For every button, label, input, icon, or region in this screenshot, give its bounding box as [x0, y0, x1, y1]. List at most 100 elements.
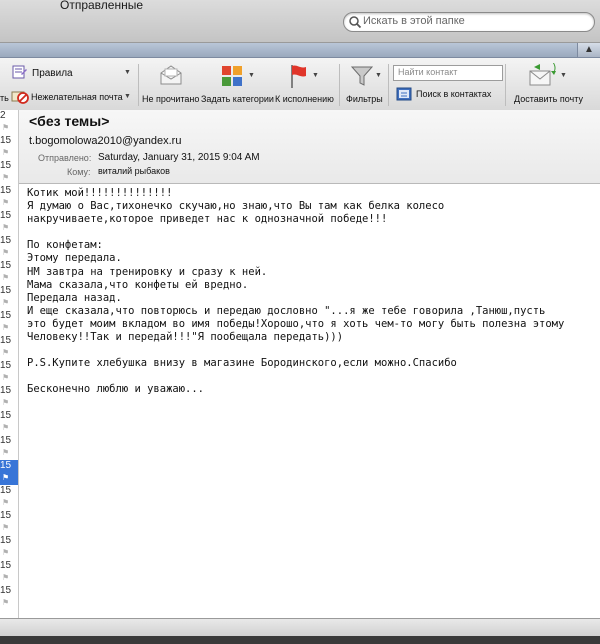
list-item[interactable]: 15 ⚑ — [0, 560, 18, 585]
flag-icon[interactable]: ⚑ — [2, 448, 9, 457]
categories-button-label[interactable]: Задать категории — [201, 94, 274, 104]
list-item-date: 15 — [0, 435, 12, 446]
list-item[interactable]: 15 ⚑ — [0, 335, 18, 360]
flag-icon[interactable]: ⚑ — [2, 498, 9, 507]
send-receive-icon[interactable] — [528, 63, 556, 89]
list-item[interactable]: 15 ⚑ — [0, 260, 18, 285]
deliver-dropdown-arrow[interactable]: ▼ — [560, 72, 567, 79]
flag-icon[interactable]: ⚑ — [2, 598, 9, 607]
flag-icon[interactable]: ⚑ — [2, 223, 9, 232]
junk-mail-button-label[interactable]: Нежелательная почта — [31, 92, 123, 102]
toolbar-separator — [388, 64, 389, 106]
followup-button-label[interactable]: К исполнению — [275, 94, 334, 104]
list-item-date: 15 — [0, 410, 12, 421]
rules-dropdown-arrow[interactable]: ▼ — [124, 69, 131, 76]
sent-label: Отправлено: — [38, 153, 92, 163]
truncated-button-label[interactable]: ть — [0, 93, 9, 103]
followup-dropdown-arrow[interactable]: ▼ — [312, 72, 319, 79]
list-item-date: 15 — [0, 535, 12, 546]
list-item-date: 15 — [0, 460, 12, 471]
status-bar — [0, 618, 600, 637]
junk-mail-icon[interactable] — [11, 88, 29, 104]
list-item[interactable]: 15 ⚑ — [0, 385, 18, 410]
unread-button-label[interactable]: Не прочитано — [142, 94, 199, 104]
list-item[interactable]: 15 ⚑ — [0, 410, 18, 435]
list-item-date: 15 — [0, 335, 12, 346]
flag-icon[interactable]: ⚑ — [2, 423, 9, 432]
flag-icon[interactable]: ⚑ — [2, 323, 9, 332]
filters-dropdown-arrow[interactable]: ▼ — [375, 72, 382, 79]
list-item[interactable]: 2 ⚑ — [0, 110, 18, 135]
envelope-icon[interactable] — [158, 63, 184, 87]
list-item-date: 15 — [0, 285, 12, 296]
funnel-icon[interactable] — [351, 65, 373, 87]
list-item[interactable]: 15 ⚑ — [0, 310, 18, 335]
list-item-date: 15 — [0, 310, 12, 321]
contact-search-button-label[interactable]: Поиск в контактах — [416, 89, 491, 99]
list-item[interactable]: 15 ⚑ — [0, 360, 18, 385]
flag-icon[interactable]: ⚑ — [2, 573, 9, 582]
list-item[interactable]: 15 ⚑ — [0, 535, 18, 560]
list-item-date: 15 — [0, 385, 12, 396]
list-item[interactable]: 15 ⚑ — [0, 510, 18, 535]
list-item-date: 15 — [0, 235, 12, 246]
chevron-up-icon[interactable]: ▲ — [577, 43, 600, 57]
categories-dropdown-arrow[interactable]: ▼ — [248, 72, 255, 79]
filters-button-label[interactable]: Фильтры — [346, 94, 383, 104]
flag-icon[interactable] — [288, 63, 308, 89]
list-item-date: 15 — [0, 210, 12, 221]
list-item-date: 15 — [0, 560, 12, 571]
list-item[interactable]: 15 ⚑ — [0, 235, 18, 260]
list-item[interactable]: 15 ⚑ — [0, 460, 18, 485]
flag-icon[interactable]: ⚑ — [2, 348, 9, 357]
flag-icon[interactable]: ⚑ — [2, 373, 9, 382]
flag-icon[interactable]: ⚑ — [2, 148, 9, 157]
flag-icon[interactable]: ⚑ — [2, 123, 9, 132]
find-contact-field[interactable]: Найти контакт — [393, 65, 503, 81]
recipient-name[interactable]: виталий рыбаков — [98, 166, 170, 176]
rules-button-label[interactable]: Правила — [32, 68, 73, 79]
flag-icon[interactable]: ⚑ — [2, 273, 9, 282]
list-item[interactable]: 15 ⚑ — [0, 135, 18, 160]
junk-mail-dropdown-arrow[interactable]: ▼ — [124, 93, 131, 100]
flag-icon[interactable]: ⚑ — [2, 248, 9, 257]
window-bottom-edge — [0, 636, 600, 644]
list-item-date: 2 — [0, 110, 6, 121]
address-book-icon[interactable] — [396, 87, 412, 101]
list-item[interactable]: 15 ⚑ — [0, 210, 18, 235]
list-item-date: 15 — [0, 585, 12, 596]
list-item[interactable]: 15 ⚑ — [0, 485, 18, 510]
toolbar-separator — [505, 64, 506, 106]
flag-icon[interactable]: ⚑ — [2, 523, 9, 532]
list-item[interactable]: 15 ⚑ — [0, 585, 18, 610]
list-item-date: 15 — [0, 360, 12, 371]
list-item-date: 15 — [0, 185, 12, 196]
list-item[interactable]: 15 ⚑ — [0, 185, 18, 210]
search-placeholder: Искать в этой папке — [363, 15, 465, 27]
list-item-date: 15 — [0, 160, 12, 171]
flag-icon[interactable]: ⚑ — [2, 548, 9, 557]
rules-icon[interactable] — [12, 65, 28, 79]
deliver-mail-button-label[interactable]: Доставить почту — [514, 94, 583, 104]
message-list-partial: 2 ⚑ 15 ⚑ 15 ⚑ 15 ⚑ 15 ⚑ 15 ⚑ 15 ⚑ 15 ⚑ 15 ⚑ 15 ⚑ 15 ⚑ 15 ⚑ 15 ⚑ 15… — [0, 110, 19, 618]
find-contact-placeholder: Найти контакт — [398, 67, 458, 77]
list-item[interactable]: 15 ⚑ — [0, 435, 18, 460]
flag-icon[interactable]: ⚑ — [2, 198, 9, 207]
flag-icon[interactable]: ⚑ — [2, 173, 9, 182]
flag-icon[interactable]: ⚑ — [2, 473, 9, 482]
recipient-label: Кому: — [67, 167, 91, 177]
list-item[interactable]: 15 ⚑ — [0, 160, 18, 185]
message-sender[interactable]: t.bogomolowa2010@yandex.ru — [29, 135, 181, 147]
message-subject: <без темы> — [29, 113, 110, 129]
message-body: Котик мой!!!!!!!!!!!!!! Я думаю о Вас,ти… — [19, 184, 600, 618]
flag-icon[interactable]: ⚑ — [2, 398, 9, 407]
folder-search-field[interactable]: Искать в этой папке — [343, 12, 595, 32]
categories-icon[interactable] — [221, 65, 245, 87]
window-title: Отправленные — [60, 0, 144, 12]
flag-icon[interactable]: ⚑ — [2, 298, 9, 307]
list-item-date: 15 — [0, 260, 12, 271]
list-item[interactable]: 15 ⚑ — [0, 285, 18, 310]
ribbon-tabs-strip: ▲ — [0, 43, 600, 58]
sent-date: Saturday, January 31, 2015 9:04 AM — [98, 152, 260, 163]
toolbar-separator — [138, 64, 139, 106]
